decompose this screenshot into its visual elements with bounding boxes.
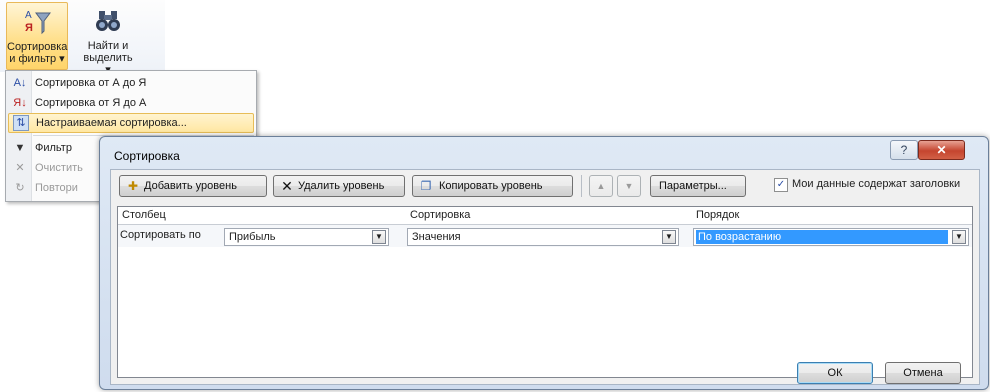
reapply-icon: ↻ — [15, 182, 25, 194]
svg-text:А: А — [25, 10, 32, 21]
delete-level-label: Удалить уровень — [298, 180, 385, 192]
menu-item-label: Повтори — [35, 182, 78, 194]
dialog-title: Сортировка — [114, 149, 180, 163]
sort-by-label: Сортировать по — [120, 229, 201, 241]
delete-icon: ✕ — [281, 178, 293, 194]
close-icon: ✕ — [936, 143, 947, 157]
custom-sort-icon: ⇅ — [13, 115, 29, 131]
order-select-value: По возрастанию — [696, 230, 948, 244]
menu-item-sort-az[interactable]: А↓ Сортировка от А до Я — [8, 73, 254, 93]
cancel-button[interactable]: Отмена — [885, 362, 961, 384]
headers-checkbox[interactable]: ✓ — [774, 178, 788, 192]
copy-level-button[interactable]: ❐ Копировать уровень — [412, 175, 573, 197]
menu-item-label: Сортировка от А до Я — [35, 77, 147, 89]
help-icon: ? — [900, 143, 908, 157]
copy-level-label: Копировать уровень — [439, 180, 543, 192]
move-up-button[interactable]: ▲ — [589, 175, 613, 197]
sort-filter-icon: А Я — [25, 10, 51, 35]
options-button[interactable]: Параметры... — [650, 175, 746, 197]
sort-za-icon: Я↓ — [13, 97, 27, 109]
chevron-down-icon[interactable]: ▼ — [372, 230, 386, 244]
svg-text:Я: Я — [25, 22, 33, 34]
sort-levels-grid: Столбец Сортировка Порядок Сортировать п… — [117, 206, 973, 378]
add-level-icon: ✚ — [127, 179, 139, 193]
sort-filter-label-1: Сортировка — [7, 41, 68, 53]
binoculars-icon — [96, 11, 120, 31]
find-select-button[interactable]: Найти и выделить ▾ — [82, 2, 134, 76]
delete-level-button[interactable]: ✕ Удалить уровень — [273, 175, 405, 197]
close-button[interactable]: ✕ — [918, 140, 965, 160]
column-header-order: Порядок — [696, 209, 740, 221]
find-select-label-1: Найти и — [87, 40, 129, 52]
sort-az-icon: А↓ — [13, 77, 27, 89]
add-level-label: Добавить уровень — [144, 180, 237, 192]
order-select[interactable]: По возрастанию ▼ — [693, 228, 969, 246]
sort-filter-button[interactable]: А Я Сортировка и фильтр ▾ — [6, 2, 68, 70]
column-header-column: Столбец — [122, 209, 166, 221]
sort-dialog: Сортировка ? ✕ ✚ Добавить уровень ✕ Удал… — [99, 136, 989, 390]
sort-on-select[interactable]: Значения ▼ — [407, 228, 679, 246]
sort-level-row[interactable]: Сортировать по Прибыль ▼ Значения ▼ По в… — [118, 225, 972, 247]
checkmark-icon: ✓ — [776, 179, 786, 190]
move-down-button[interactable]: ▼ — [617, 175, 641, 197]
menu-item-label: Фильтр — [35, 142, 72, 154]
cancel-label: Отмена — [903, 367, 943, 379]
copy-icon: ❐ — [420, 179, 432, 193]
headers-checkbox-label: Мои данные содержат заголовки — [792, 178, 961, 190]
arrow-down-icon: ▼ — [624, 181, 634, 191]
sort-on-select-value: Значения — [412, 231, 461, 243]
help-button[interactable]: ? — [890, 140, 918, 160]
menu-item-label: Очистить — [35, 162, 83, 174]
arrow-up-icon: ▲ — [596, 181, 606, 191]
sort-filter-ribbon-group: А Я Сортировка и фильтр ▾ Найти и выдели… — [0, 0, 165, 76]
chevron-down-icon[interactable]: ▼ — [662, 230, 676, 244]
menu-item-custom-sort[interactable]: ⇅ Настраиваемая сортировка... — [8, 113, 254, 133]
chevron-down-icon[interactable]: ▼ — [952, 230, 966, 244]
ok-button[interactable]: ОК — [797, 362, 873, 384]
add-level-button[interactable]: ✚ Добавить уровень — [119, 175, 267, 197]
toolbar-separator — [581, 175, 582, 197]
column-select-value: Прибыль — [229, 231, 276, 243]
clear-filter-icon: ✕ — [15, 162, 25, 174]
column-header-sort-on: Сортировка — [410, 209, 471, 221]
sort-filter-label-2: и фильтр ▾ — [9, 53, 65, 65]
filter-icon: ▼ — [14, 142, 26, 154]
ok-label: ОК — [827, 367, 843, 379]
dialog-body: ✚ Добавить уровень ✕ Удалить уровень ❐ К… — [110, 169, 980, 385]
column-select[interactable]: Прибыль ▼ — [224, 228, 389, 246]
menu-item-label: Настраиваемая сортировка... — [36, 117, 187, 129]
menu-item-sort-za[interactable]: Я↓ Сортировка от Я до А — [8, 93, 254, 113]
menu-item-label: Сортировка от Я до А — [35, 97, 147, 109]
options-label: Параметры... — [659, 180, 727, 192]
